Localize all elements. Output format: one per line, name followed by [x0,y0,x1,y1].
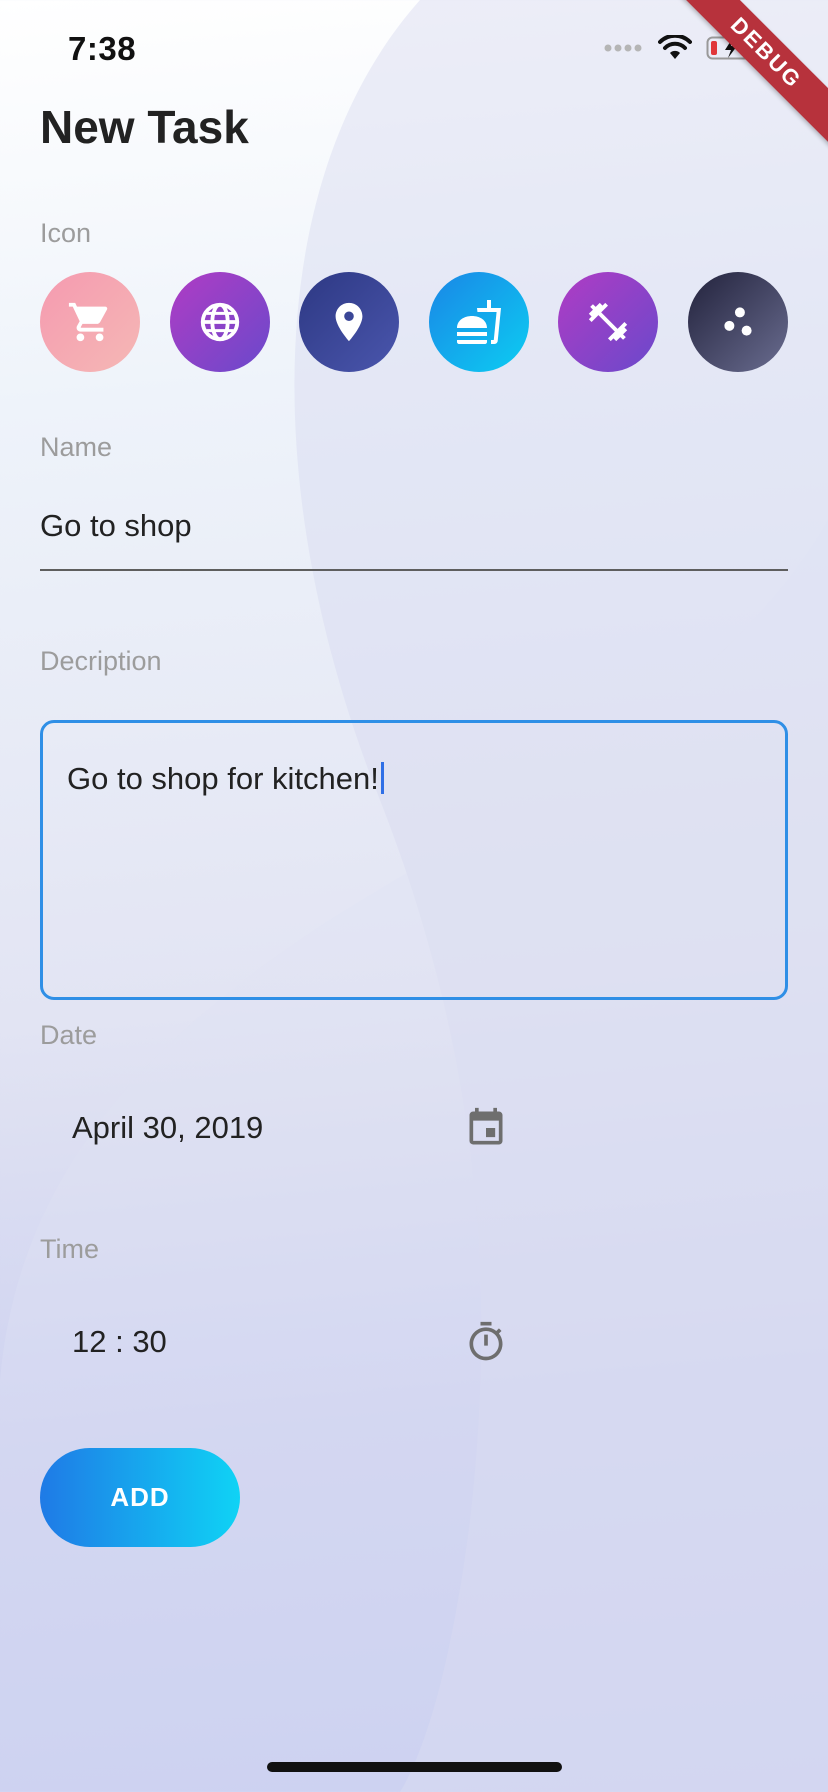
icon-option-fitness[interactable] [558,272,659,372]
fast-food-icon [456,300,501,344]
cellular-dots-icon [604,44,642,52]
calendar-icon[interactable] [464,1106,508,1150]
scatter-dots-icon [724,307,752,336]
icon-option-cart[interactable] [40,272,140,372]
fitness-icon [589,302,628,342]
name-label: Name [40,432,113,462]
description-text: Go to shop for kitchen! [67,761,384,797]
cart-icon [68,302,108,342]
icon-option-globe[interactable] [169,272,270,372]
name-underline [40,569,788,571]
globe-icon [200,302,239,342]
icon-option-dots[interactable] [687,272,788,372]
description-textarea[interactable]: Go to shop for kitchen! [40,720,788,1000]
icon-picker [40,272,788,372]
home-indicator [267,1762,562,1772]
location-pin-icon [335,302,363,342]
icon-option-food[interactable] [428,272,529,372]
status-time: 7:38 [68,30,137,67]
timer-icon[interactable] [464,1320,508,1364]
time-value[interactable]: 12 : 30 [72,1324,167,1360]
add-button[interactable]: ADD [40,1448,240,1547]
description-label: Decription [40,646,162,676]
text-caret [380,762,384,794]
icon-option-location[interactable] [299,272,400,372]
icon-label: Icon [40,218,92,248]
time-label: Time [40,1234,99,1264]
name-input[interactable]: Go to shop [40,508,192,544]
description-value: Go to shop for kitchen! [67,761,379,796]
wifi-icon [658,35,692,59]
date-value[interactable]: April 30, 2019 [72,1110,263,1146]
page-title: New Task [40,101,249,153]
date-label: Date [40,1020,98,1050]
